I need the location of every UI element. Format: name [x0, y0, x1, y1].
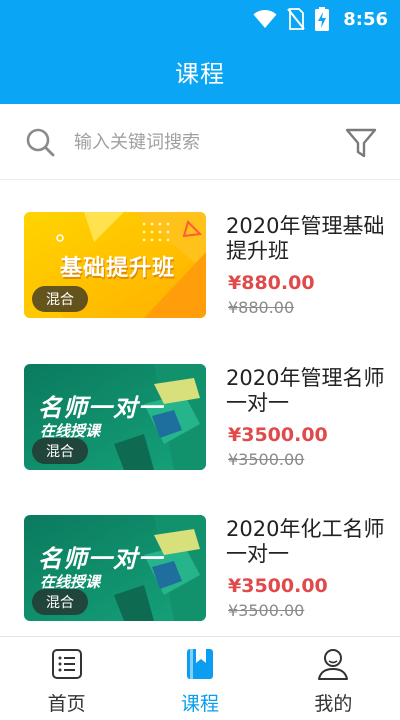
- bookmark-book-icon: [186, 649, 213, 679]
- course-original-price: ¥3500.00: [228, 601, 305, 620]
- course-item[interactable]: 基础提升班 混合 2020年管理基础提升班 ¥880.00 ¥880.00: [0, 181, 400, 318]
- filter-icon[interactable]: [344, 126, 378, 160]
- nav-item-courses[interactable]: 课程: [133, 637, 266, 720]
- status-time: 8:56: [343, 8, 388, 30]
- search-bar: [0, 104, 400, 180]
- banner-text: 名师一对一: [38, 545, 163, 573]
- nav-label: 课程: [180, 693, 219, 715]
- course-price: ¥880.00: [228, 272, 315, 294]
- banner-text: 名师一对一: [38, 394, 163, 422]
- course-price: ¥3500.00: [228, 575, 328, 597]
- nav-item-home[interactable]: 首页: [0, 637, 133, 720]
- bottom-nav: 首页 课程 我的: [0, 636, 400, 720]
- search-input[interactable]: [66, 124, 316, 160]
- course-item[interactable]: 名师一对一 在线授课 混合 2020年化工名师一对一 ¥3500.00 ¥350…: [0, 484, 400, 621]
- course-thumbnail[interactable]: 基础提升班 混合: [24, 212, 206, 318]
- course-type-tag: 混合: [32, 286, 88, 312]
- course-price: ¥3500.00: [228, 424, 328, 446]
- status-bar: 8:56: [0, 0, 400, 38]
- no-sim-icon: [287, 8, 305, 30]
- status-icons: 8:56: [253, 6, 388, 32]
- banner-text: 基础提升班: [60, 256, 176, 281]
- course-original-price: ¥880.00: [228, 298, 295, 317]
- page-title: 课程: [175, 59, 225, 88]
- course-type-tag: 混合: [32, 438, 88, 464]
- course-list: 基础提升班 混合 2020年管理基础提升班 ¥880.00 ¥880.00 名师…: [0, 181, 400, 635]
- wifi-icon: [253, 10, 277, 28]
- nav-label: 首页: [47, 693, 86, 715]
- course-title[interactable]: 2020年化工名师一对一: [226, 517, 386, 567]
- course-thumbnail[interactable]: 名师一对一 在线授课 混合: [24, 515, 206, 621]
- app-bar: 课程: [0, 38, 400, 104]
- nav-item-profile[interactable]: 我的: [267, 637, 400, 720]
- course-title[interactable]: 2020年管理名师一对一: [226, 366, 386, 416]
- nav-label: 我的: [314, 693, 353, 715]
- search-icon[interactable]: [24, 126, 56, 158]
- course-title[interactable]: 2020年管理基础提升班: [226, 214, 386, 264]
- list-icon: [51, 649, 82, 679]
- course-original-price: ¥3500.00: [228, 450, 305, 469]
- user-icon: [318, 649, 349, 680]
- battery-charging-icon: [315, 7, 330, 31]
- course-thumbnail[interactable]: 名师一对一 在线授课 混合: [24, 364, 206, 470]
- course-type-tag: 混合: [32, 589, 88, 615]
- course-item[interactable]: 名师一对一 在线授课 混合 2020年管理名师一对一 ¥3500.00 ¥350…: [0, 333, 400, 470]
